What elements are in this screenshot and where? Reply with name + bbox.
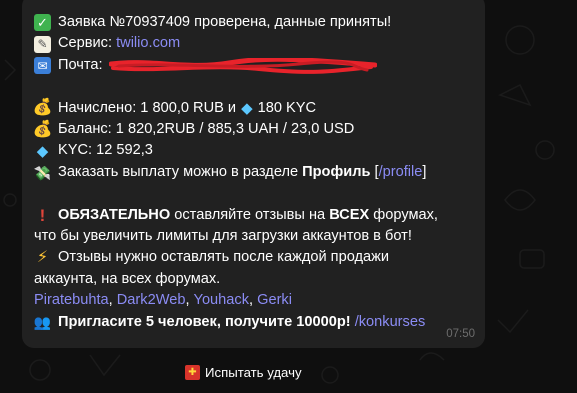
invite-line: 👥 Пригласите 5 человек, получите 10000р!… bbox=[34, 312, 473, 333]
forum-link[interactable]: Piratebuhta bbox=[34, 290, 109, 311]
money-with-wings-icon: 💸 bbox=[33, 164, 52, 181]
try-luck-label: Испытать удачу bbox=[205, 364, 302, 380]
payout-text: Заказать выплату можно в разделе bbox=[58, 163, 299, 180]
reviews-text-2: аккаунта, на всех форумах. bbox=[34, 270, 221, 287]
reviews-text: Отзывы нужно оставлять после каждой прод… bbox=[58, 249, 390, 266]
memo-icon: ✎ bbox=[34, 35, 51, 53]
accrued-text: Начислено: 1 800,0 RUB и bbox=[58, 99, 237, 116]
service-link[interactable]: twilio.com bbox=[116, 33, 180, 54]
money-bag-icon: 💰 bbox=[32, 99, 53, 117]
message-time: 07:50 bbox=[446, 328, 475, 340]
status-line: ✓ Заявка №70937409 проверена, данные при… bbox=[34, 12, 473, 33]
service-label: Сервис: bbox=[58, 35, 113, 52]
payout-profile: Профиль bbox=[302, 163, 371, 180]
status-text: Заявка №70937409 проверена, данные приня… bbox=[58, 14, 392, 30]
try-luck-button[interactable]: ✚ Испытать удачу bbox=[185, 362, 302, 382]
forum-link[interactable]: Dark2Web bbox=[117, 290, 186, 311]
balance-line: 💰 Баланс: 1 820,2RUB / 885,3 UAH / 23,0 … bbox=[32, 119, 473, 140]
accrued-line: 💰 Начислено: 1 800,0 RUB и ◆ 180 KYC bbox=[32, 98, 473, 119]
gem-icon: ◆ bbox=[36, 142, 49, 160]
accrued-kyc: 180 KYC bbox=[257, 99, 317, 116]
message-bubble: ✓ Заявка №70937409 проверена, данные при… bbox=[22, 0, 485, 348]
balance-text: Баланс: 1 820,2RUB / 885,3 UAH / 23,0 US… bbox=[58, 121, 355, 138]
reviews-line-2: аккаунта, на всех форумах. bbox=[34, 269, 473, 290]
gift-icon: ✚ bbox=[185, 364, 200, 380]
mandatory-all: ВСЕХ bbox=[329, 206, 370, 223]
check-mark-icon: ✓ bbox=[34, 14, 51, 32]
mandatory-text-2: что бы увеличить лимиты для загрузки акк… bbox=[34, 228, 412, 245]
bracket-close: ] bbox=[422, 163, 427, 180]
mandatory-tail: форумах, bbox=[373, 206, 438, 223]
mandatory-line: ! ОБЯЗАТЕЛЬНО оставляйте отзывы на ВСЕХ … bbox=[34, 205, 473, 226]
konkurses-command-link[interactable]: /konkurses bbox=[355, 312, 426, 333]
lightning-icon: ⚡ bbox=[36, 249, 49, 267]
redaction-scribble bbox=[108, 57, 377, 74]
mandatory-bold: ОБЯЗАТЕЛЬНО bbox=[58, 206, 171, 223]
mail-label: Почта: bbox=[58, 56, 103, 73]
money-bag-icon: 💰 bbox=[32, 120, 53, 138]
forum-link[interactable]: Youhack bbox=[194, 290, 249, 311]
mandatory-text: оставляйте отзывы на bbox=[174, 206, 326, 223]
forums-line: Piratebuhta, Dark2Web, Youhack, Gerki bbox=[34, 290, 473, 311]
invite-text: Пригласите 5 человек, получите 10000р! bbox=[58, 313, 351, 330]
kyc-text: KYC: 12 592,3 bbox=[58, 142, 153, 159]
payout-line: 💸 Заказать выплату можно в разделе Профи… bbox=[34, 162, 473, 183]
envelope-icon: ✉ bbox=[34, 57, 51, 75]
gem-icon: ◆ bbox=[241, 99, 253, 117]
mail-line: ✉ Почта: bbox=[34, 55, 473, 76]
profile-command-link[interactable]: /profile bbox=[379, 162, 423, 183]
exclamation-icon: ! bbox=[39, 205, 46, 225]
kyc-line: ◆ KYC: 12 592,3 bbox=[34, 140, 473, 161]
service-line: ✎ Сервис: twilio.com bbox=[34, 33, 473, 54]
people-icon: 👥 bbox=[33, 314, 52, 331]
mandatory-line-2: что бы увеличить лимиты для загрузки акк… bbox=[34, 226, 473, 247]
forum-link[interactable]: Gerki bbox=[257, 290, 292, 311]
reviews-line: ⚡ Отзывы нужно оставлять после каждой пр… bbox=[34, 247, 473, 268]
